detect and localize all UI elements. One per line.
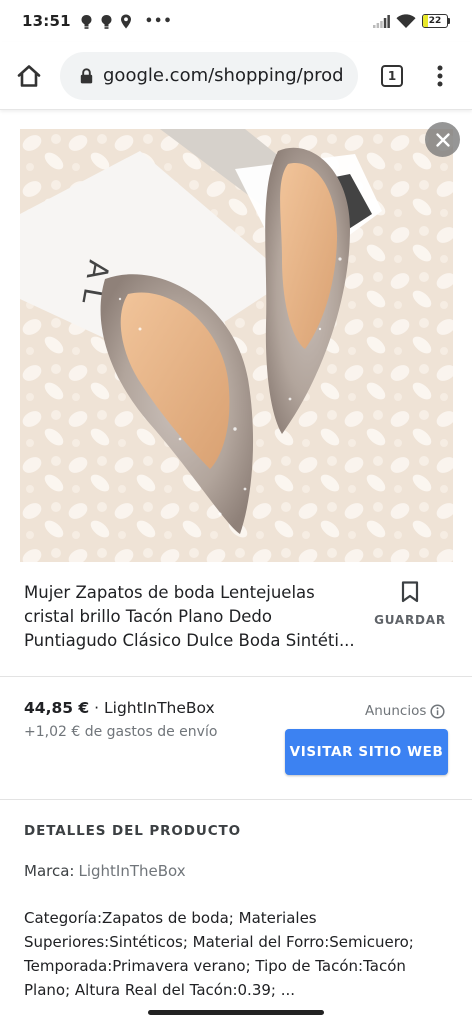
notification-icons: ••• — [80, 14, 173, 29]
more-vert-icon — [437, 65, 443, 86]
brand-key: Marca: — [24, 862, 75, 880]
location-icon — [120, 14, 131, 28]
lock-icon — [80, 67, 93, 84]
bookmark-icon — [401, 581, 419, 603]
battery-fill — [423, 15, 429, 27]
close-icon — [435, 132, 450, 147]
details-description: Categoría:Zapatos de boda; Materiales Su… — [24, 909, 414, 999]
tab-switcher-button[interactable]: 1 — [364, 48, 420, 104]
home-button[interactable] — [1, 48, 57, 104]
brand-line: Marca: LightInTheBox — [24, 862, 186, 880]
divider — [0, 799, 472, 800]
battery-level: 22 — [428, 16, 442, 26]
more-notifications-icon: ••• — [144, 13, 173, 29]
seller-name: LightInTheBox — [104, 699, 215, 717]
url-text: google.com/shopping/prod — [103, 65, 344, 86]
shipping-cost: +1,02 € de gastos de envío — [24, 724, 218, 740]
product-image[interactable]: A L — [20, 129, 453, 562]
browser-toolbar: google.com/shopping/prod 1 — [0, 42, 472, 110]
close-button[interactable] — [425, 122, 460, 157]
notification-icon — [101, 14, 112, 29]
battery-icon: 22 — [422, 14, 450, 28]
ads-text: Anuncios — [365, 703, 427, 719]
signal-icon — [373, 14, 390, 28]
tab-count: 1 — [381, 64, 403, 87]
status-time: 13:51 — [22, 12, 71, 30]
ads-label[interactable]: Anuncios — [365, 703, 445, 719]
home-icon — [17, 64, 41, 87]
home-indicator[interactable] — [148, 1010, 324, 1015]
system-icons: 22 — [373, 13, 450, 29]
status-bar: 13:51 ••• 22 — [0, 0, 472, 42]
save-label: GUARDAR — [374, 613, 446, 627]
visit-site-button[interactable]: VISITAR SITIO WEB — [285, 729, 448, 775]
price: 44,85 € — [24, 699, 90, 717]
wifi-icon — [396, 13, 416, 28]
shoes-photo: A L — [20, 129, 453, 562]
save-button[interactable]: GUARDAR — [366, 581, 454, 627]
url-bar[interactable]: google.com/shopping/prod — [60, 51, 358, 100]
price-line: 44,85 € · LightInTheBox — [24, 699, 215, 717]
notification-icon — [81, 14, 92, 29]
details-heading: DETALLES DEL PRODUCTO — [24, 823, 242, 839]
price-separator: · — [89, 699, 104, 717]
browser-menu-button[interactable] — [420, 48, 460, 104]
product-title: Mujer Zapatos de boda Lentejuelas crista… — [24, 583, 355, 650]
info-icon — [430, 703, 445, 719]
brand-value: LightInTheBox — [78, 862, 186, 880]
divider — [0, 676, 472, 677]
